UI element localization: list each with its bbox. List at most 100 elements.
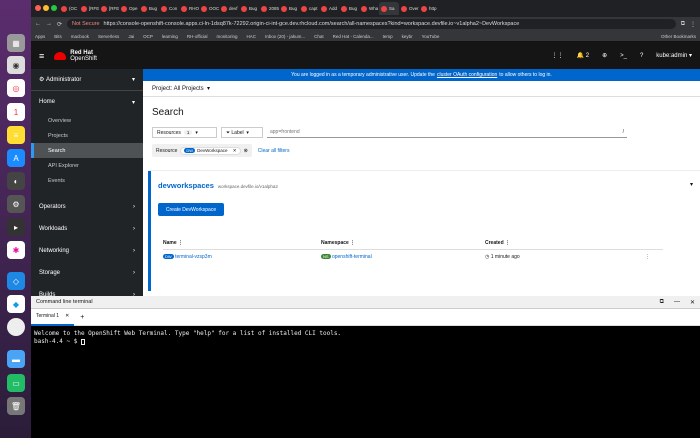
bookmark-item[interactable]: Other Bookmarks xyxy=(661,34,696,39)
create-devworkspace-button[interactable]: Create DevWorkspace xyxy=(158,203,224,216)
terminal-icon[interactable]: >_ xyxy=(620,53,627,59)
browser-tab[interactable]: Ope xyxy=(119,2,139,15)
notifications-button[interactable]: 🔔 2 xyxy=(577,52,589,59)
bookmark-item[interactable]: Chat xyxy=(314,34,324,39)
slack-icon[interactable]: ✱ xyxy=(7,241,25,259)
close-tab-icon[interactable]: ✕ xyxy=(65,313,69,319)
row-namespace-link[interactable]: openshift-terminal xyxy=(332,254,372,260)
sidebar-item-api-explorer[interactable]: API Explorer xyxy=(31,158,143,173)
browser-tab[interactable]: OOC xyxy=(199,2,219,15)
browser-tab[interactable]: Wha xyxy=(359,2,379,15)
bookmark-item[interactable]: Bits xyxy=(54,34,62,39)
browser-tab[interactable]: [RFE xyxy=(99,2,119,15)
bookmark-item[interactable]: learning xyxy=(162,34,178,39)
remove-group-icon[interactable]: ⊗ xyxy=(244,148,248,154)
maximize-window-icon[interactable] xyxy=(51,5,57,11)
url-field[interactable]: Not Secure https://console-openshift-cons… xyxy=(67,19,676,29)
nav-operators[interactable]: Operators › xyxy=(31,196,143,218)
row-name-link[interactable]: terminal-vzsp3m xyxy=(175,254,212,260)
bookmark-item[interactable]: OCP xyxy=(143,34,153,39)
circle-app-icon[interactable] xyxy=(7,318,25,336)
nav-networking[interactable]: Networking › xyxy=(31,240,143,262)
browser-tab[interactable]: capt xyxy=(299,2,319,15)
forward-icon[interactable]: → xyxy=(46,21,52,27)
browser-tab[interactable]: devf xyxy=(219,2,239,15)
sidebar-item-overview[interactable]: Overview xyxy=(31,113,143,128)
nav-workloads[interactable]: Workloads › xyxy=(31,218,143,240)
browser-tab[interactable]: Bug xyxy=(139,2,159,15)
user-menu[interactable]: kube:admin ▾ xyxy=(656,52,692,59)
settings-icon[interactable]: ⚙ xyxy=(7,195,25,213)
notes-icon[interactable]: ≡ xyxy=(7,126,25,144)
close-icon[interactable]: ✕ xyxy=(690,299,695,306)
extensions-icon[interactable]: ⧉ xyxy=(681,21,685,28)
bookmark-item[interactable]: Apps xyxy=(35,34,45,39)
launchpad-icon[interactable]: ▦ xyxy=(7,34,25,52)
bookmark-item[interactable]: RH-official xyxy=(187,34,208,39)
label-search-input[interactable]: app=frontend / xyxy=(267,127,627,138)
browser-tab[interactable]: http xyxy=(419,2,439,15)
browser-tab[interactable]: Bug xyxy=(339,2,359,15)
label-dropdown[interactable]: ⏷ Label ▾ xyxy=(221,127,263,138)
nav-home[interactable]: Home ▾ xyxy=(31,91,143,113)
bookmark-item[interactable]: HAC xyxy=(247,34,257,39)
browser-tab[interactable]: [RFE xyxy=(79,2,99,15)
close-window-icon[interactable] xyxy=(35,5,41,11)
kebab-menu-icon[interactable]: ⋮ xyxy=(645,254,650,260)
screen-icon[interactable]: ▭ xyxy=(7,374,25,392)
minimize-window-icon[interactable] xyxy=(43,5,49,11)
bookmark-item[interactable]: YouTube xyxy=(422,34,440,39)
app-launcher-icon[interactable]: ⋮⋮ xyxy=(552,52,564,59)
docker-icon[interactable]: ◆ xyxy=(7,295,25,313)
menu-icon[interactable]: ⋮ xyxy=(690,21,696,28)
utility-icon[interactable]: ◐ xyxy=(7,172,25,190)
browser-tab[interactable]: Over xyxy=(399,2,419,15)
open-in-new-tab-icon[interactable]: ⧉ xyxy=(660,299,664,306)
bookmark-item[interactable]: keybr xyxy=(402,34,413,39)
bookmark-item[interactable]: Red Hat - Calenda... xyxy=(333,34,374,39)
minimize-icon[interactable]: — xyxy=(674,299,680,306)
folder-icon[interactable]: ▬ xyxy=(7,350,25,368)
collapse-icon[interactable]: ▾ xyxy=(690,181,693,188)
bookmark-item[interactable]: monitoring xyxy=(217,34,238,39)
sidebar-item-events[interactable]: Events xyxy=(31,173,143,188)
trash-icon[interactable]: 🗑 xyxy=(7,397,25,415)
col-name[interactable]: Name ⋮ xyxy=(163,240,321,246)
openshift-logo[interactable]: Red Hat OpenShift xyxy=(54,50,97,62)
add-tab-icon[interactable]: + xyxy=(80,314,84,321)
bookmark-item[interactable]: Inbox (20) - jakum... xyxy=(265,34,305,39)
appstore-icon[interactable]: A xyxy=(7,149,25,167)
col-namespace[interactable]: Namespace ⋮ xyxy=(321,240,485,246)
calendar-icon[interactable]: 1 xyxy=(7,103,25,121)
back-icon[interactable]: ← xyxy=(35,21,41,27)
browser-tab[interactable]: Con xyxy=(159,2,179,15)
close-icon[interactable]: ✕ xyxy=(233,148,237,154)
clear-filters-link[interactable]: Clear all filters xyxy=(258,148,290,154)
hamburger-icon[interactable]: ≡ xyxy=(39,51,44,61)
apps-icon[interactable]: ◉ xyxy=(7,56,25,74)
oauth-config-link[interactable]: cluster OAuth configuration xyxy=(437,72,497,78)
bookmark-item[interactable]: macbook xyxy=(71,34,89,39)
tab-terminal-1[interactable]: Terminal 1 ✕ xyxy=(31,309,75,326)
browser-tab[interactable]: Bug xyxy=(239,2,259,15)
bookmark-item[interactable]: Jai xyxy=(128,34,134,39)
browser-tab[interactable]: 2085 xyxy=(259,2,279,15)
browser-tab[interactable]: RHO xyxy=(179,2,199,15)
browser-tab[interactable]: Add xyxy=(319,2,339,15)
bookmark-item[interactable]: Serverless xyxy=(98,34,119,39)
project-selector[interactable]: Project: All Projects ▾ xyxy=(143,81,700,97)
terminal-app-icon[interactable]: ▸ xyxy=(7,218,25,236)
sidebar-item-search[interactable]: Search xyxy=(31,143,143,158)
chrome-icon[interactable]: ◎ xyxy=(7,79,25,97)
nav-storage[interactable]: Storage › xyxy=(31,262,143,284)
bookmark-item[interactable]: temp xyxy=(383,34,393,39)
sidebar-item-projects[interactable]: Projects xyxy=(31,128,143,143)
vscode-icon[interactable]: ◇ xyxy=(7,272,25,290)
resources-dropdown[interactable]: Resources 1 ▾ xyxy=(152,127,217,138)
add-icon[interactable]: ⊕ xyxy=(602,52,607,59)
help-icon[interactable]: ? xyxy=(640,53,643,59)
terminal-output[interactable]: Welcome to the OpenShift Web Terminal. T… xyxy=(31,326,700,350)
browser-tab[interactable]: Sa xyxy=(379,2,399,15)
browser-tab[interactable]: Bug xyxy=(279,2,299,15)
col-created[interactable]: Created ⋮ xyxy=(485,240,645,246)
